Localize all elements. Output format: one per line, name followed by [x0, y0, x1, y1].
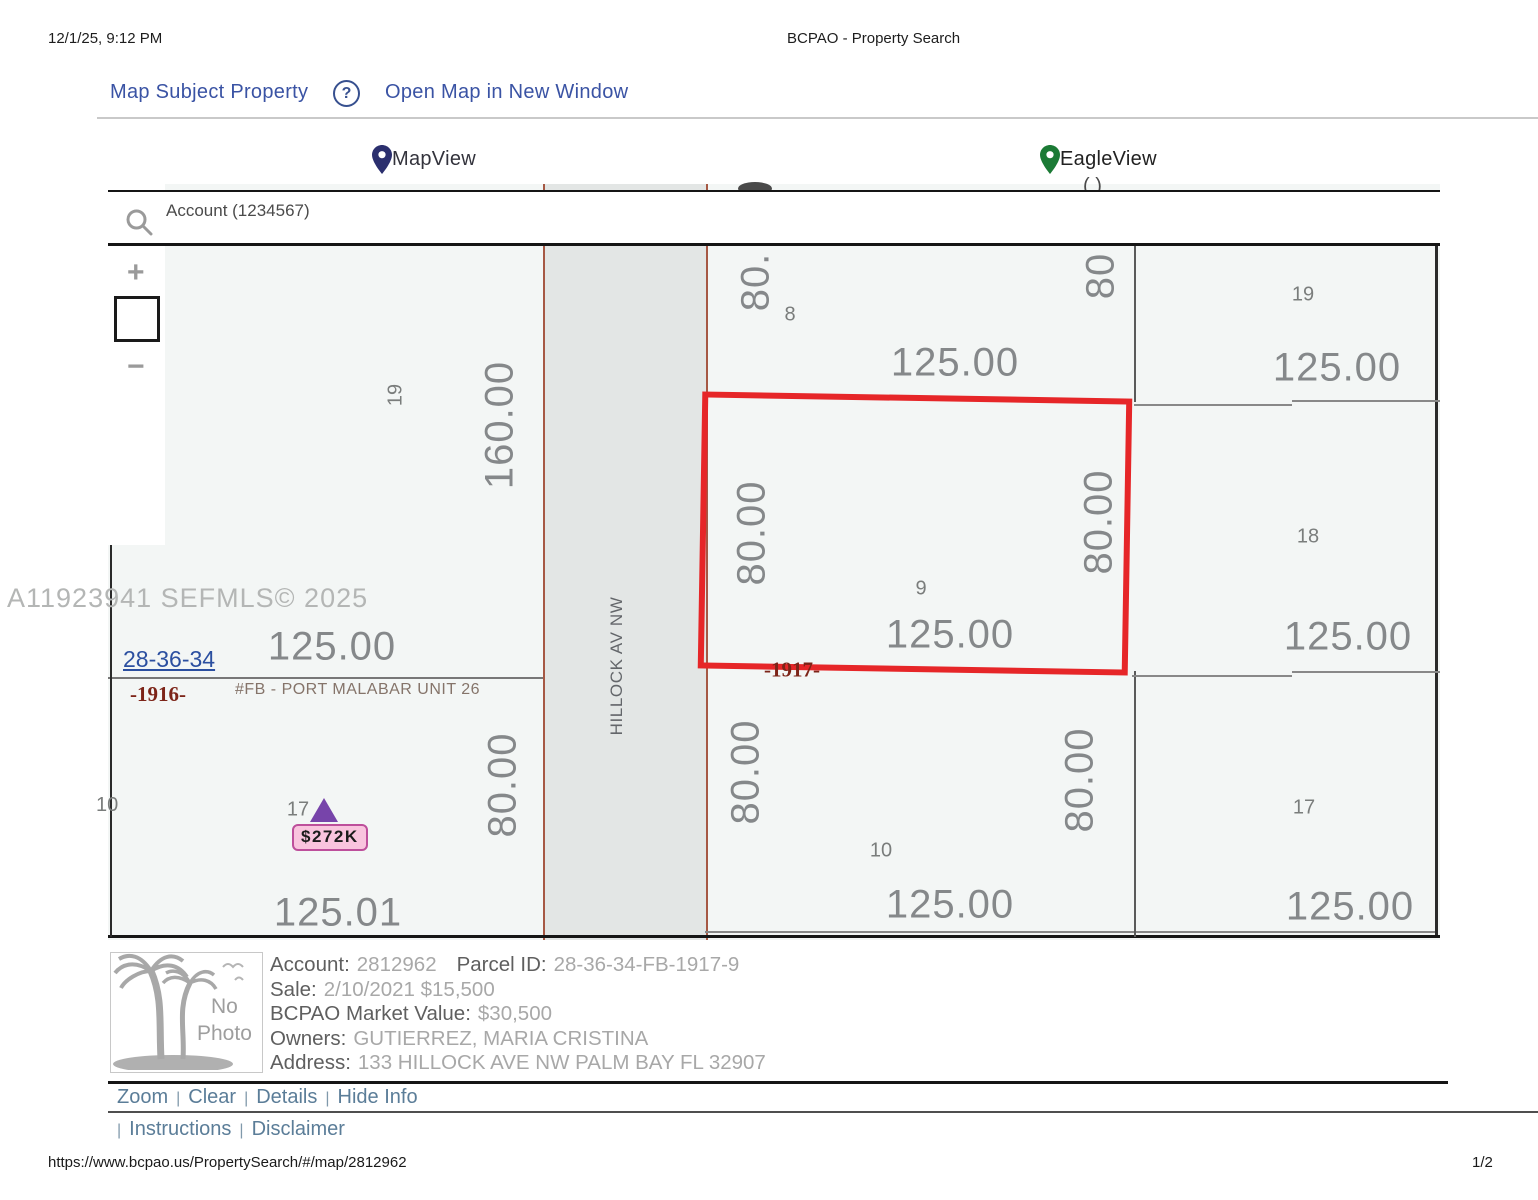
- link-disclaimer[interactable]: Disclaimer: [252, 1118, 345, 1140]
- dimension-label: 125.01: [274, 891, 402, 936]
- info-value: $30,500: [478, 1002, 552, 1025]
- zoom-in-button[interactable]: +: [127, 258, 145, 288]
- dimension-label: 125.00: [891, 341, 1019, 386]
- info-row: Account: 2812962 Parcel ID: 28-36-34-FB-191…: [270, 953, 766, 978]
- info-label: Address:: [270, 1051, 351, 1074]
- dimension-label: 125.00: [1286, 885, 1414, 930]
- info-label: Account:: [270, 953, 350, 976]
- parcel-boundary-line: [705, 931, 1435, 933]
- help-icon[interactable]: ?: [333, 80, 360, 107]
- open-map-link[interactable]: Open Map in New Window: [385, 81, 628, 104]
- lot-number: 8: [784, 304, 795, 327]
- dimension-label: 160.00: [478, 361, 523, 489]
- mapview-label: MapView: [392, 148, 476, 170]
- dimension-label: 125.00: [1284, 615, 1412, 660]
- section-township-range-link[interactable]: 28-36-34: [123, 646, 215, 673]
- map-subject-property-link[interactable]: Map Subject Property: [110, 81, 308, 104]
- extent-box-button[interactable]: [114, 296, 160, 342]
- selected-parcel-outline[interactable]: [698, 391, 1133, 675]
- info-value: GUTIERREZ, MARIA CRISTINA: [353, 1027, 648, 1050]
- dimension-label: 125.00: [268, 625, 396, 670]
- info-row: Sale: 2/10/2021 $15,500: [270, 978, 766, 1003]
- parcel-boundary-line: [1134, 246, 1136, 402]
- lot-number: 10: [870, 840, 892, 863]
- plat-label-1917: -1917-: [764, 658, 820, 683]
- lot-number: 17: [1293, 797, 1315, 820]
- road-hillock-av: [543, 184, 708, 940]
- info-label: BCPAO Market Value:: [270, 1002, 471, 1025]
- plat-label-1916: -1916-: [130, 682, 186, 707]
- link-hide-info[interactable]: Hide Info: [338, 1086, 418, 1108]
- map-pin-icon: [372, 145, 392, 174]
- print-datetime: 12/1/25, 9:12 PM: [48, 30, 162, 47]
- info-label: Sale:: [270, 978, 317, 1001]
- link-separator: |: [117, 1122, 129, 1139]
- footer-links-row1: Zoom|Clear|Details|Hide Info: [117, 1086, 418, 1109]
- eagle-pin-icon: [1040, 145, 1060, 174]
- lot-number: 18: [1297, 526, 1319, 549]
- info-row: BCPAO Market Value: $30,500: [270, 1002, 766, 1027]
- link-separator: |: [236, 1090, 256, 1107]
- dimension-label: 80.00: [481, 732, 526, 837]
- street-label: HILLOCK AV NW: [607, 597, 627, 736]
- info-row: Address: 133 HILLOCK AVE NW PALM BAY FL 3…: [270, 1051, 766, 1076]
- no-photo-text: No Photo: [197, 993, 252, 1047]
- info-row: Owners: GUTIERREZ, MARIA CRISTINA: [270, 1027, 766, 1052]
- dimension-label: 80.00: [1058, 727, 1103, 832]
- dimension-label: 80.00: [724, 719, 769, 824]
- parcel-info-panel: Account: 2812962 Parcel ID: 28-36-34-FB-191…: [270, 953, 766, 1076]
- footer-url: https://www.bcpao.us/PropertySearch/#/ma…: [48, 1154, 407, 1171]
- footer-divider-top: [108, 1081, 1448, 1084]
- footer-links-row2: |Instructions|Disclaimer: [117, 1118, 345, 1141]
- lot-number: 17: [287, 799, 309, 822]
- photo-placeholder: No Photo: [110, 952, 263, 1073]
- dimension-label: 125.00: [1273, 346, 1401, 391]
- parcel-boundary-line: [1132, 675, 1292, 677]
- info-label: Owners:: [270, 1027, 346, 1050]
- link-clear[interactable]: Clear: [188, 1086, 236, 1108]
- page-indicator: 1/2: [1472, 1154, 1493, 1171]
- info-value: 2812962: [357, 953, 437, 976]
- parcel-boundary-line: [1292, 400, 1440, 402]
- footer-divider-bottom: [108, 1111, 1538, 1113]
- link-instructions[interactable]: Instructions: [129, 1118, 231, 1140]
- mapview-toggle[interactable]: MapView: [372, 145, 476, 174]
- link-zoom[interactable]: Zoom: [117, 1086, 168, 1108]
- lot-number: 19: [385, 384, 408, 406]
- parcel-boundary-line: [108, 677, 543, 679]
- info-value: 28-36-34-FB-1917-9: [554, 953, 740, 976]
- eagleview-label: EagleView: [1060, 148, 1157, 170]
- link-details[interactable]: Details: [256, 1086, 317, 1108]
- search-icon[interactable]: [125, 208, 153, 236]
- lot-number: 19: [1292, 284, 1314, 307]
- link-separator: |: [231, 1122, 251, 1139]
- info-label: Parcel ID:: [457, 953, 547, 976]
- lot-number: 10: [96, 794, 118, 817]
- link-separator: |: [317, 1090, 337, 1107]
- toolbar-divider: [97, 117, 1538, 119]
- dimension-label: 125.00: [886, 883, 1014, 928]
- map-canvas[interactable]: ( ) 80. 80 19 160.00 80.00 80.00 HILLOCK…: [108, 184, 1440, 940]
- dimension-label: 80: [1079, 253, 1124, 300]
- eagleview-toggle[interactable]: EagleView: [1040, 145, 1157, 174]
- subdivision-label: #FB - PORT MALABAR UNIT 26: [235, 681, 480, 699]
- map-right-frame-line: [1435, 190, 1438, 937]
- info-value: 2/10/2021 $15,500: [324, 978, 495, 1001]
- dimension-label: 80.: [734, 253, 779, 312]
- zoom-out-button[interactable]: −: [127, 352, 145, 382]
- search-input[interactable]: [166, 198, 766, 224]
- info-value: 133 HILLOCK AVE NW PALM BAY FL 32907: [358, 1051, 766, 1074]
- document-title: BCPAO - Property Search: [787, 30, 960, 47]
- link-separator: |: [168, 1090, 188, 1107]
- parcel-boundary-line: [1134, 671, 1136, 937]
- watermark: A11923941 SEFMLS© 2025: [7, 583, 368, 614]
- price-marker[interactable]: $272K: [292, 824, 368, 851]
- parcel-boundary-line: [1292, 671, 1440, 673]
- marker-triangle-icon: [310, 798, 338, 822]
- parcel-boundary-line: [1134, 404, 1292, 406]
